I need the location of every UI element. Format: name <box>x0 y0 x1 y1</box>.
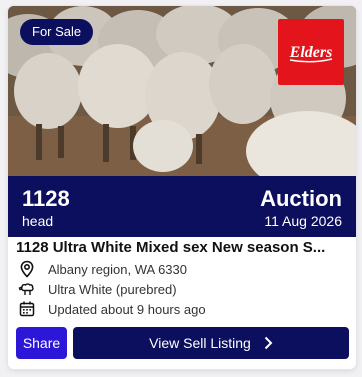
breed-text: Ultra White (purebred) <box>48 281 177 297</box>
agency-logo: Elders <box>278 19 344 85</box>
sale-type: Auction <box>260 186 342 211</box>
updated-row: Updated about 9 hours ago <box>18 300 348 318</box>
chevron-right-icon <box>263 336 273 350</box>
view-sell-listing-label: View Sell Listing <box>149 335 251 351</box>
sheep-icon <box>18 280 36 298</box>
share-button[interactable]: Share <box>16 327 67 359</box>
listing-photo[interactable]: For Sale Elders <box>8 6 356 176</box>
head-count: 1128 <box>22 186 70 211</box>
breed-row: Ultra White (purebred) <box>18 280 348 298</box>
location-pin-icon <box>18 260 36 278</box>
svg-text:Elders: Elders <box>289 44 333 61</box>
elders-logo: Elders <box>289 44 333 63</box>
listing-title[interactable]: 1128 Ultra White Mixed sex New season S.… <box>16 239 350 256</box>
view-sell-listing-button[interactable]: View Sell Listing <box>73 327 349 359</box>
location-row: Albany region, WA 6330 <box>18 260 348 278</box>
sale-date: 11 Aug 2026 <box>264 213 342 229</box>
listing-stats-bar: 1128 head Auction 11 Aug 2026 <box>8 176 356 237</box>
location-text: Albany region, WA 6330 <box>48 261 187 277</box>
head-unit: head <box>22 213 54 229</box>
updated-text: Updated about 9 hours ago <box>48 301 206 317</box>
listing-card[interactable]: For Sale Elders 1128 head Auction 11 Aug… <box>8 6 356 369</box>
calendar-icon <box>18 300 36 318</box>
status-badge: For Sale <box>20 19 94 45</box>
